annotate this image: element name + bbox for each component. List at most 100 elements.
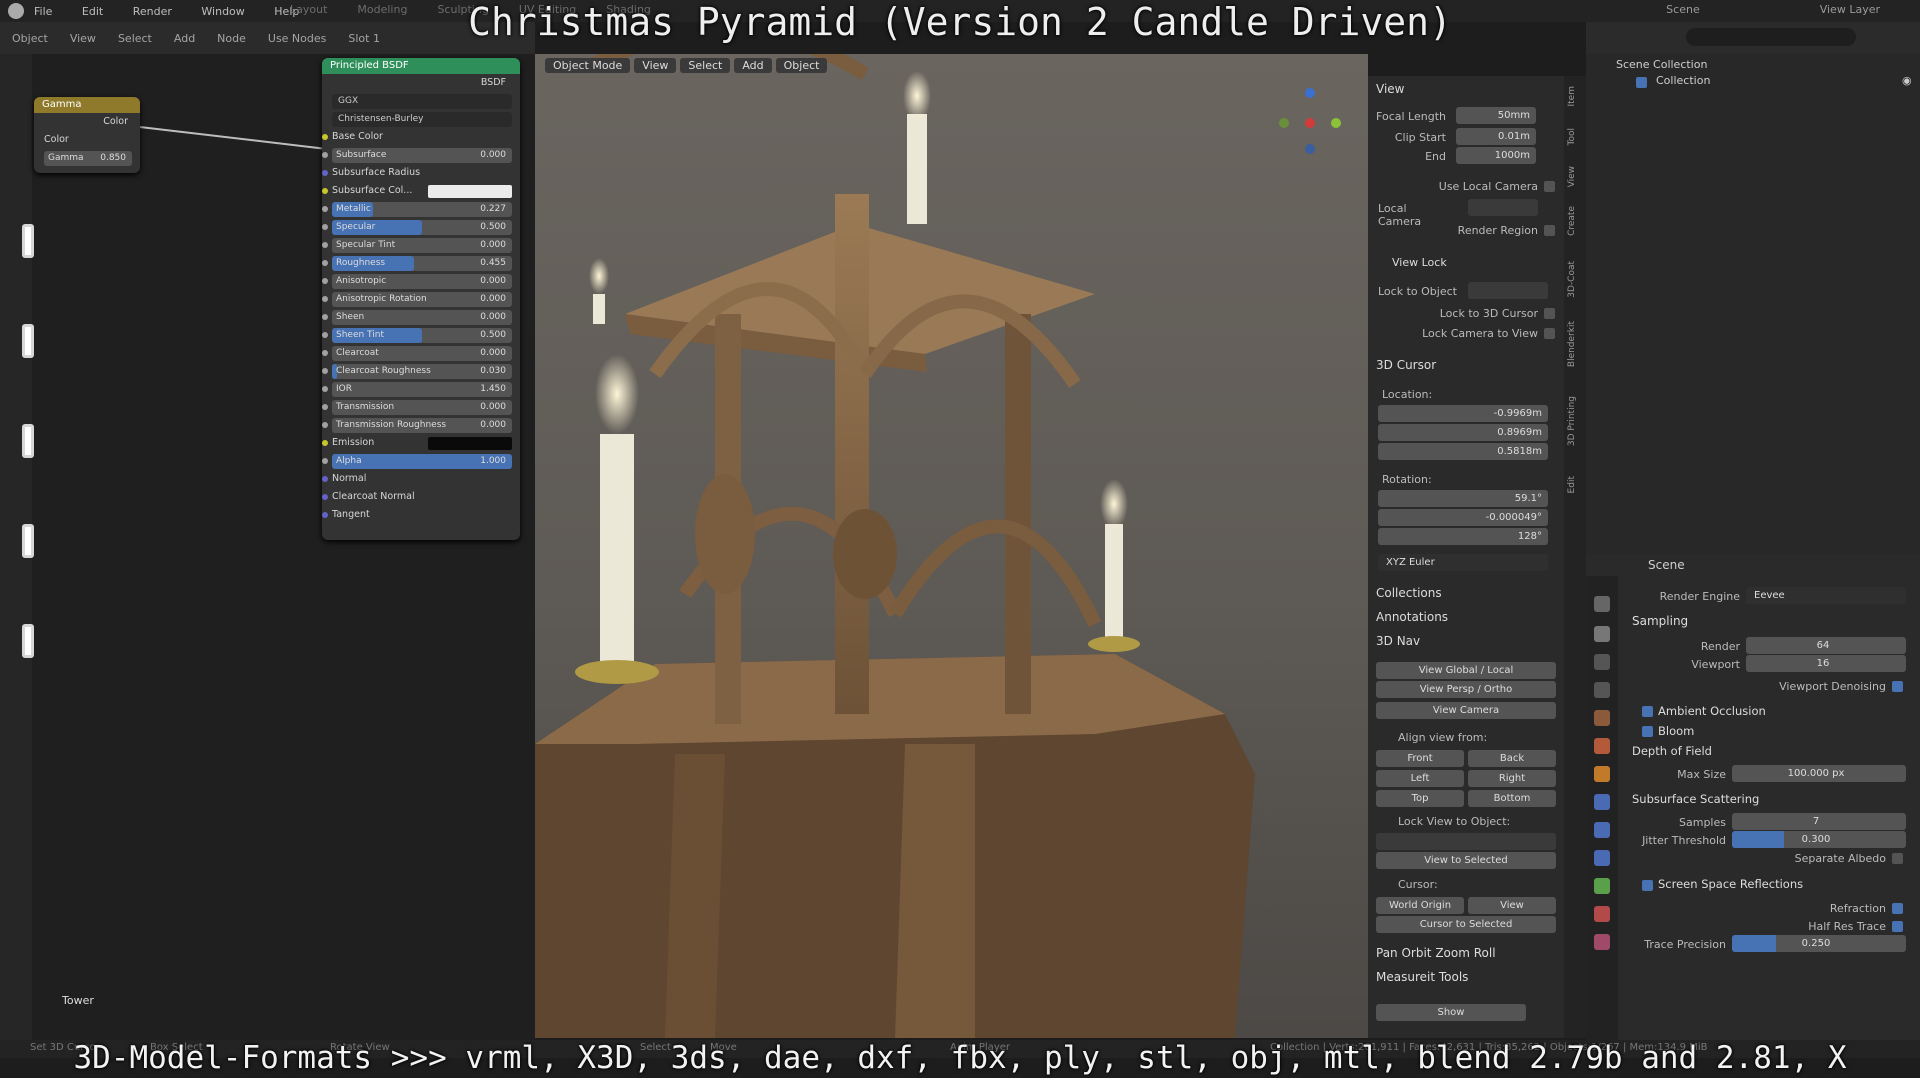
- rotation-mode-dropdown[interactable]: XYZ Euler: [1378, 554, 1548, 571]
- clip-start-field[interactable]: 0.01m: [1456, 128, 1536, 145]
- input-socket-icon[interactable]: [322, 350, 328, 356]
- tool-tab-icon[interactable]: [1594, 596, 1610, 612]
- input-socket-icon[interactable]: [322, 512, 328, 518]
- input-socket-icon[interactable]: [322, 278, 328, 284]
- world-origin-button[interactable]: World Origin: [1376, 897, 1464, 914]
- tab-uv-editing[interactable]: UV Editing: [519, 3, 576, 16]
- gizmo-y-icon[interactable]: [1331, 118, 1341, 128]
- local-camera-field[interactable]: [1468, 199, 1538, 216]
- modifier-tab-icon[interactable]: [1594, 794, 1610, 810]
- trace-precision-slider[interactable]: 0.250: [1732, 935, 1906, 952]
- focal-length-field[interactable]: 50mm: [1456, 107, 1536, 124]
- viewport-denoising-checkbox[interactable]: [1892, 681, 1903, 692]
- input-socket-icon[interactable]: [322, 152, 328, 158]
- physics-tab-icon[interactable]: [1594, 850, 1610, 866]
- input-socket-icon[interactable]: [322, 314, 328, 320]
- world-tab-icon[interactable]: [1594, 738, 1610, 754]
- tab-layout[interactable]: Layout: [290, 3, 327, 16]
- jitter-threshold-slider[interactable]: 0.300: [1732, 831, 1906, 848]
- align-front-button[interactable]: Front: [1376, 750, 1464, 767]
- lock-view-field[interactable]: [1376, 833, 1556, 850]
- input-socket-icon[interactable]: [322, 170, 328, 176]
- 3d-nav-section[interactable]: 3D Nav: [1376, 634, 1420, 648]
- input-socket-icon[interactable]: [322, 332, 328, 338]
- object-tab-icon[interactable]: [1594, 766, 1610, 782]
- render-tab-icon[interactable]: [1594, 626, 1610, 642]
- input-socket-icon[interactable]: [322, 458, 328, 464]
- render-engine-dropdown[interactable]: Eevee: [1746, 587, 1906, 604]
- measureit-section[interactable]: Measureit Tools: [1376, 970, 1468, 984]
- menu-edit[interactable]: Edit: [82, 5, 103, 18]
- menu-render[interactable]: Render: [133, 5, 172, 18]
- eye-icon[interactable]: ◉: [1902, 74, 1912, 87]
- refraction-checkbox[interactable]: [1892, 903, 1903, 914]
- scene-selector[interactable]: Scene: [1666, 3, 1700, 16]
- bsdf-slider[interactable]: Subsurface 0.000: [332, 148, 512, 163]
- color-swatch[interactable]: [428, 185, 512, 198]
- input-socket-icon[interactable]: [322, 134, 328, 140]
- align-right-button[interactable]: Right: [1468, 770, 1556, 787]
- tool-lasso-icon[interactable]: [22, 424, 34, 458]
- menu-file[interactable]: File: [34, 5, 52, 18]
- bsdf-slider[interactable]: Specular Tint 0.000: [332, 238, 512, 253]
- collection-row[interactable]: Collection: [1656, 74, 1710, 87]
- scene-tab-icon[interactable]: [1594, 710, 1610, 726]
- bsdf-slider[interactable]: Specular 0.500: [332, 220, 512, 235]
- 3d-viewport[interactable]: [535, 54, 1368, 1038]
- gamma-node[interactable]: Gamma Color Color Gamma 0.850: [34, 97, 140, 173]
- tab-create[interactable]: Create: [1567, 206, 1583, 236]
- subsurface-method-dropdown[interactable]: Christensen-Burley: [332, 112, 512, 127]
- gizmo-z-icon[interactable]: [1305, 88, 1315, 98]
- tool-link-icon[interactable]: [22, 524, 34, 558]
- output-tab-icon[interactable]: [1594, 654, 1610, 670]
- use-local-camera-checkbox[interactable]: [1544, 181, 1555, 192]
- ambient-occlusion-section[interactable]: Ambient Occlusion: [1658, 704, 1766, 718]
- view-camera-button[interactable]: View Camera: [1376, 702, 1556, 719]
- input-socket-icon[interactable]: [322, 422, 328, 428]
- ambient-occlusion-checkbox[interactable]: [1642, 706, 1653, 717]
- cursor-loc-x[interactable]: -0.9969m: [1378, 405, 1548, 422]
- lock-to-cursor-checkbox[interactable]: [1544, 308, 1555, 319]
- input-socket-icon[interactable]: [322, 476, 328, 482]
- input-socket-icon[interactable]: [322, 440, 328, 446]
- bsdf-slider[interactable]: Anisotropic Rotation 0.000: [332, 292, 512, 307]
- viewport-samples-field[interactable]: 16: [1746, 655, 1906, 672]
- cursor-view-button[interactable]: View: [1468, 897, 1556, 914]
- lock-camera-checkbox[interactable]: [1544, 328, 1555, 339]
- navigation-gizmo[interactable]: [1275, 88, 1345, 158]
- vp-menu-select[interactable]: Select: [680, 57, 731, 73]
- cursor-rot-z[interactable]: 128°: [1378, 528, 1548, 545]
- tab-item[interactable]: Item: [1567, 86, 1583, 107]
- scene-collection-row[interactable]: Scene Collection: [1616, 58, 1707, 71]
- tool-select-icon[interactable]: [22, 224, 34, 258]
- slot-selector[interactable]: Slot 1: [348, 32, 380, 45]
- tab-sculpting[interactable]: Sculpting: [437, 3, 488, 16]
- bsdf-slider[interactable]: Sheen 0.000: [332, 310, 512, 325]
- particles-tab-icon[interactable]: [1594, 822, 1610, 838]
- gizmo-x-icon[interactable]: [1305, 118, 1315, 128]
- cursor-loc-y[interactable]: 0.8969m: [1378, 424, 1548, 441]
- input-socket-icon[interactable]: [322, 206, 328, 212]
- sss-samples-field[interactable]: 7: [1732, 813, 1906, 830]
- bsdf-slider[interactable]: IOR 1.450: [332, 382, 512, 397]
- vp-menu-add[interactable]: Add: [734, 57, 772, 73]
- depth-of-field-section[interactable]: Depth of Field: [1632, 744, 1712, 758]
- data-tab-icon[interactable]: [1594, 878, 1610, 894]
- half-res-checkbox[interactable]: [1892, 921, 1903, 932]
- node-menu-node[interactable]: Node: [217, 32, 246, 45]
- color-swatch[interactable]: [428, 437, 512, 450]
- view-layer-selector[interactable]: View Layer: [1820, 3, 1880, 16]
- bsdf-slider[interactable]: Clearcoat Roughness 0.030: [332, 364, 512, 379]
- bloom-checkbox[interactable]: [1642, 726, 1653, 737]
- ssr-section[interactable]: Screen Space Reflections: [1658, 877, 1803, 891]
- align-top-button[interactable]: Top: [1376, 790, 1464, 807]
- tab-blenderkit[interactable]: Blenderkit: [1567, 321, 1583, 367]
- separate-albedo-checkbox[interactable]: [1892, 853, 1903, 864]
- tab-modeling[interactable]: Modeling: [357, 3, 407, 16]
- cursor-to-selected-button[interactable]: Cursor to Selected: [1376, 916, 1556, 933]
- annotations-section[interactable]: Annotations: [1376, 610, 1448, 624]
- cursor-rot-y[interactable]: -0.000049°: [1378, 509, 1548, 526]
- measureit-show-button[interactable]: Show: [1376, 1004, 1526, 1021]
- input-socket-icon[interactable]: [322, 224, 328, 230]
- sampling-section[interactable]: Sampling: [1632, 614, 1688, 628]
